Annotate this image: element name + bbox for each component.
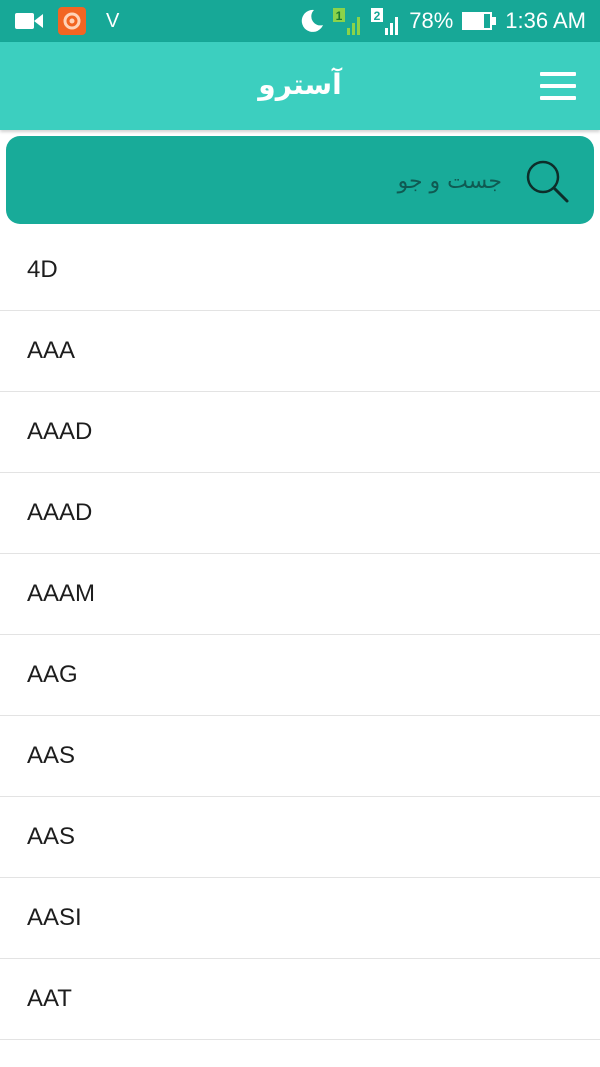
list-item[interactable]: AAA: [0, 311, 600, 392]
search-input[interactable]: [40, 156, 504, 206]
list-item-label: AAA: [27, 337, 76, 364]
hamburger-menu-icon: [538, 68, 578, 104]
status-bar: V 1 2 78% 1:36 AM: [0, 0, 600, 42]
status-letter: V: [106, 10, 120, 32]
list-item[interactable]: AAG: [0, 635, 600, 716]
list-item-label: AAT: [27, 985, 72, 1012]
list-item[interactable]: 4D: [0, 230, 600, 311]
list-item[interactable]: AAAD: [0, 473, 600, 554]
app-title: آسترو: [258, 68, 342, 101]
list-item-label: AAAD: [27, 418, 93, 445]
sim2-label: 2: [374, 9, 381, 23]
list-item-label: AAAD: [27, 499, 93, 526]
moon-icon: [299, 8, 325, 34]
list-item[interactable]: AAT: [0, 959, 600, 1040]
app-bar: آسترو: [0, 42, 600, 130]
list-item-label: AAAM: [27, 580, 96, 607]
list-item-label: AAS: [27, 742, 76, 769]
battery-icon: [461, 10, 497, 32]
list-item-label: AAG: [27, 661, 78, 688]
list-item[interactable]: AAAD: [0, 392, 600, 473]
sim1-signal-icon: 1: [333, 6, 363, 36]
search-icon[interactable]: [524, 158, 570, 204]
list-item-label: AAS: [27, 823, 76, 850]
sim2-signal-icon: 2: [371, 6, 401, 36]
menu-button[interactable]: [538, 68, 578, 104]
video-camera-icon: [14, 11, 44, 31]
battery-percent: 78%: [409, 8, 454, 33]
results-list: 4D AAA AAAD AAAD AAAM AAG AAS AAS AASI A…: [0, 230, 600, 1040]
list-item-label: AASI: [27, 904, 82, 931]
list-item[interactable]: AAAM: [0, 554, 600, 635]
list-item-label: 4D: [27, 256, 58, 283]
search-bar: [6, 136, 594, 224]
status-time: 1:36 AM: [505, 8, 586, 33]
list-item[interactable]: AAS: [0, 716, 600, 797]
app-notification-icon: [58, 7, 86, 35]
list-item[interactable]: AASI: [0, 878, 600, 959]
sim1-label: 1: [336, 9, 343, 23]
list-item[interactable]: AAS: [0, 797, 600, 878]
